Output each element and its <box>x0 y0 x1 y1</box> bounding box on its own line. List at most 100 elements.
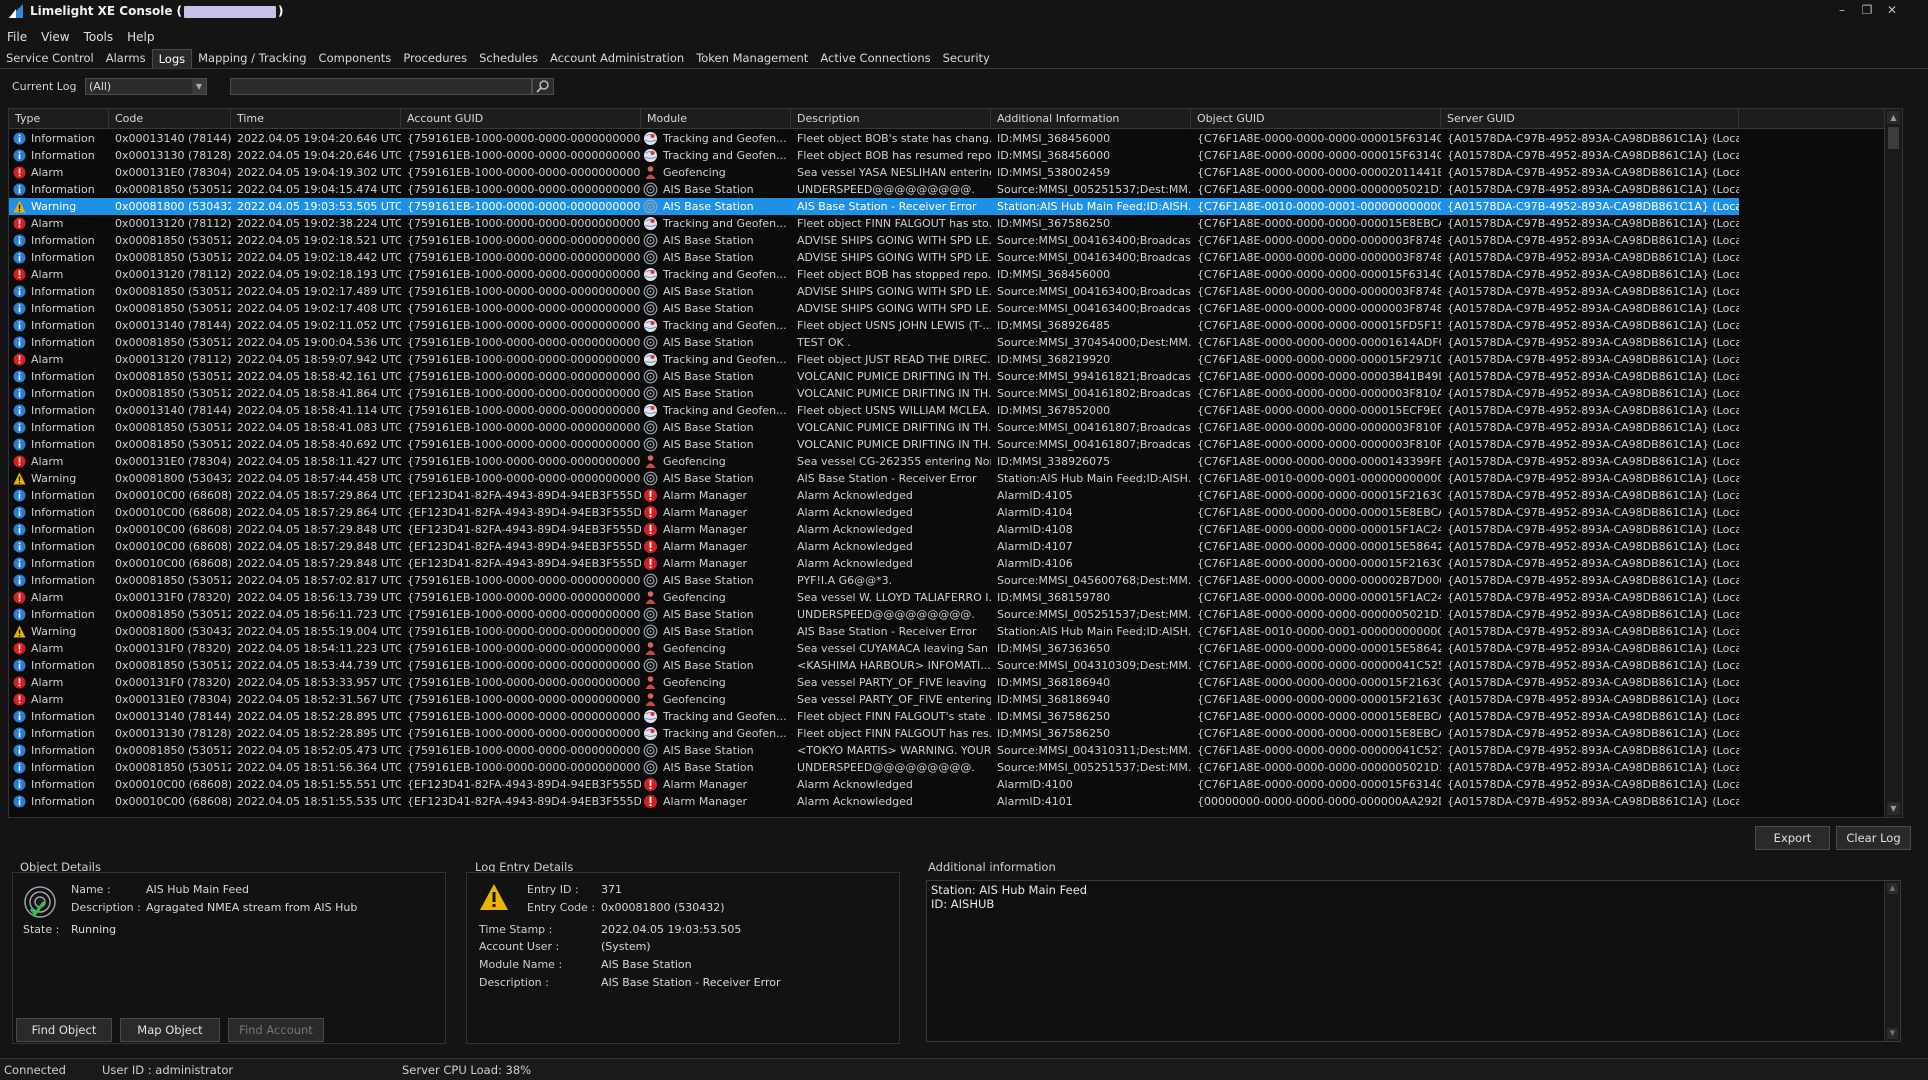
restore-icon[interactable]: ❐ <box>1857 2 1877 18</box>
table-row[interactable]: Alarm 0x00013120 (78112) 2022.04.05 19:02:… <box>9 215 1739 232</box>
table-row[interactable]: Information 0x00010C00 (68608) 2022.04.05 … <box>9 504 1739 521</box>
vertical-scrollbar[interactable]: ▲ ▼ <box>1884 109 1902 817</box>
cell-type-text: Information <box>31 285 95 298</box>
table-row[interactable]: Alarm 0x00013120 (78112) 2022.04.05 19:02:… <box>9 266 1739 283</box>
table-row[interactable]: Alarm 0x000131E0 (78304) 2022.04.05 18:58:… <box>9 453 1739 470</box>
tab-mapping-tracking[interactable]: Mapping / Tracking <box>192 49 312 68</box>
table-row[interactable]: Information 0x00013140 (78144) 2022.04.05 … <box>9 317 1739 334</box>
cell-additional-information: ID:MMSI_368159780 <box>997 591 1111 604</box>
tab-procedures[interactable]: Procedures <box>397 49 473 68</box>
table-row[interactable]: Alarm 0x000131F0 (78320) 2022.04.05 18:54:… <box>9 640 1739 657</box>
cell-account-guid: {759161EB-1000-0000-0000-000000000000} <box>407 336 641 349</box>
table-row[interactable]: Warning 0x00081800 (530432) 2022.04.05 18:… <box>9 623 1739 640</box>
table-row[interactable]: Information 0x00081850 (530512) 2022.04.05… <box>9 181 1739 198</box>
table-row[interactable]: Information 0x00081850 (530512) 2022.04.05… <box>9 385 1739 402</box>
log-table: Type Code Time Account GUID Module Descr… <box>8 108 1903 818</box>
search-button[interactable] <box>532 78 554 95</box>
cell-type: Alarm <box>9 640 109 657</box>
table-row[interactable]: Alarm 0x000131F0 (78320) 2022.04.05 18:53:… <box>9 674 1739 691</box>
tab-schedules[interactable]: Schedules <box>473 49 544 68</box>
scroll-up-icon[interactable]: ▲ <box>1887 111 1900 124</box>
table-row[interactable]: Information 0x00081850 (530512) 2022.04.05… <box>9 419 1739 436</box>
table-row[interactable]: Information 0x00081850 (530512) 2022.04.05… <box>9 300 1739 317</box>
table-row[interactable]: Information 0x00081850 (530512) 2022.04.05… <box>9 334 1739 351</box>
cell-code: 0x00013130 (78128) <box>115 727 231 740</box>
tab-account-administration[interactable]: Account Administration <box>544 49 690 68</box>
table-row[interactable]: Alarm 0x000131E0 (78304) 2022.04.05 19:04:… <box>9 164 1739 181</box>
tab-active-connections[interactable]: Active Connections <box>814 49 936 68</box>
minimize-icon[interactable]: – <box>1832 2 1852 18</box>
table-row[interactable]: Warning 0x00081800 (530432) 2022.04.05 18:… <box>9 470 1739 487</box>
scroll-down-icon[interactable]: ▼ <box>1887 802 1900 815</box>
column-additional-information[interactable]: Additional Information <box>991 109 1191 129</box>
table-row[interactable]: Information 0x00081850 (530512) 2022.04.05… <box>9 436 1739 453</box>
cell-time: 2022.04.05 18:51:55.551 UTC <box>237 778 401 791</box>
table-row[interactable]: Information 0x00081850 (530512) 2022.04.05… <box>9 572 1739 589</box>
table-row[interactable]: Information 0x00081850 (530512) 2022.04.05… <box>9 283 1739 300</box>
chevron-down-icon[interactable]: ▼ <box>192 79 206 94</box>
table-row[interactable]: Information 0x00010C00 (68608) 2022.04.05 … <box>9 538 1739 555</box>
cell-server-guid: {A01578DA-C97B-4952-893A-CA98DB861C1A} (… <box>1447 489 1739 502</box>
tab-components[interactable]: Components <box>313 49 398 68</box>
menu-tools[interactable]: Tools <box>77 28 121 46</box>
column-object-guid[interactable]: Object GUID <box>1191 109 1441 129</box>
close-icon[interactable]: ✕ <box>1882 2 1902 18</box>
tab-security[interactable]: Security <box>937 49 996 68</box>
table-row[interactable]: Information 0x00010C00 (68608) 2022.04.05 … <box>9 793 1739 810</box>
ais-station-icon <box>643 335 658 350</box>
table-row[interactable]: Information 0x00010C00 (68608) 2022.04.05 … <box>9 487 1739 504</box>
cell-additional-information: Source:MMSI_004161802;Broadcast... <box>997 387 1191 400</box>
cell-time: 2022.04.05 18:57:29.848 UTC <box>237 540 401 553</box>
table-row[interactable]: Information 0x00013130 (78128) 2022.04.05 … <box>9 147 1739 164</box>
table-row[interactable]: Information 0x00010C00 (68608) 2022.04.05 … <box>9 776 1739 793</box>
clear-log-button[interactable]: Clear Log <box>1836 826 1911 850</box>
menu-help[interactable]: Help <box>120 28 161 46</box>
scroll-up-icon[interactable]: ▲ <box>1887 883 1898 894</box>
table-row[interactable]: Warning 0x00081800 (530432) 2022.04.05 19:… <box>9 198 1739 215</box>
additional-info-scrollbar[interactable]: ▲ ▼ <box>1884 881 1900 1041</box>
table-row[interactable]: Information 0x00081850 (530512) 2022.04.05… <box>9 759 1739 776</box>
column-account-guid[interactable]: Account GUID <box>401 109 641 129</box>
cell-object-guid: {C76F1A8E-0000-0000-0000-0000005021D1} <box>1197 183 1441 196</box>
table-row[interactable]: Information 0x00081850 (530512) 2022.04.05… <box>9 368 1739 385</box>
table-row[interactable]: Information 0x00081850 (530512) 2022.04.05… <box>9 249 1739 266</box>
column-type[interactable]: Type <box>9 109 109 129</box>
table-row[interactable]: Information 0x00081850 (530512) 2022.04.05… <box>9 742 1739 759</box>
table-row[interactable]: Information 0x00013140 (78144) 2022.04.05 … <box>9 402 1739 419</box>
cell-time: 2022.04.05 18:52:31.567 UTC <box>237 693 401 706</box>
find-object-button[interactable]: Find Object <box>16 1018 112 1042</box>
column-description[interactable]: Description <box>791 109 991 129</box>
tab-service-control[interactable]: Service Control <box>0 49 100 68</box>
cell-type: Information <box>9 385 109 402</box>
menu-view[interactable]: View <box>34 28 76 46</box>
table-row[interactable]: Alarm 0x00013120 (78112) 2022.04.05 18:59:… <box>9 351 1739 368</box>
column-code[interactable]: Code <box>109 109 231 129</box>
scroll-down-icon[interactable]: ▼ <box>1887 1028 1898 1039</box>
table-row[interactable]: Alarm 0x000131F0 (78320) 2022.04.05 18:56:… <box>9 589 1739 606</box>
table-row[interactable]: Alarm 0x000131E0 (78304) 2022.04.05 18:52:… <box>9 691 1739 708</box>
table-row[interactable]: Information 0x00013140 (78144) 2022.04.05 … <box>9 708 1739 725</box>
tab-token-management[interactable]: Token Management <box>690 49 814 68</box>
table-row[interactable]: Information 0x00081850 (530512) 2022.04.05… <box>9 606 1739 623</box>
table-row[interactable]: Information 0x00010C00 (68608) 2022.04.05 … <box>9 521 1739 538</box>
current-log-select[interactable]: (All) ▼ <box>85 78 207 95</box>
table-row[interactable]: Information 0x00010C00 (68608) 2022.04.05 … <box>9 555 1739 572</box>
account-user-value: (System) <box>601 940 651 953</box>
table-row[interactable]: Information 0x00013140 (78144) 2022.04.05 … <box>9 130 1739 147</box>
table-row[interactable]: Information 0x00013130 (78128) 2022.04.05 … <box>9 725 1739 742</box>
column-module[interactable]: Module <box>641 109 791 129</box>
export-button[interactable]: Export <box>1755 826 1830 850</box>
table-row[interactable]: Information 0x00081850 (530512) 2022.04.05… <box>9 657 1739 674</box>
find-account-button[interactable]: Find Account <box>228 1018 324 1042</box>
column-server-guid[interactable]: Server GUID <box>1441 109 1739 129</box>
scroll-thumb[interactable] <box>1888 127 1899 149</box>
additional-information-textbox[interactable]: Station: AIS Hub Main Feed ID: AISHUB ▲ … <box>926 880 1901 1042</box>
column-time[interactable]: Time <box>231 109 401 129</box>
table-body: Information 0x00013140 (78144) 2022.04.05 … <box>9 130 1886 817</box>
log-search-input[interactable] <box>230 78 532 95</box>
menu-file[interactable]: File <box>0 28 34 46</box>
table-row[interactable]: Information 0x00081850 (530512) 2022.04.05… <box>9 232 1739 249</box>
tab-alarms[interactable]: Alarms <box>100 49 152 68</box>
tab-logs[interactable]: Logs <box>151 49 193 68</box>
map-object-button[interactable]: Map Object <box>120 1018 220 1042</box>
